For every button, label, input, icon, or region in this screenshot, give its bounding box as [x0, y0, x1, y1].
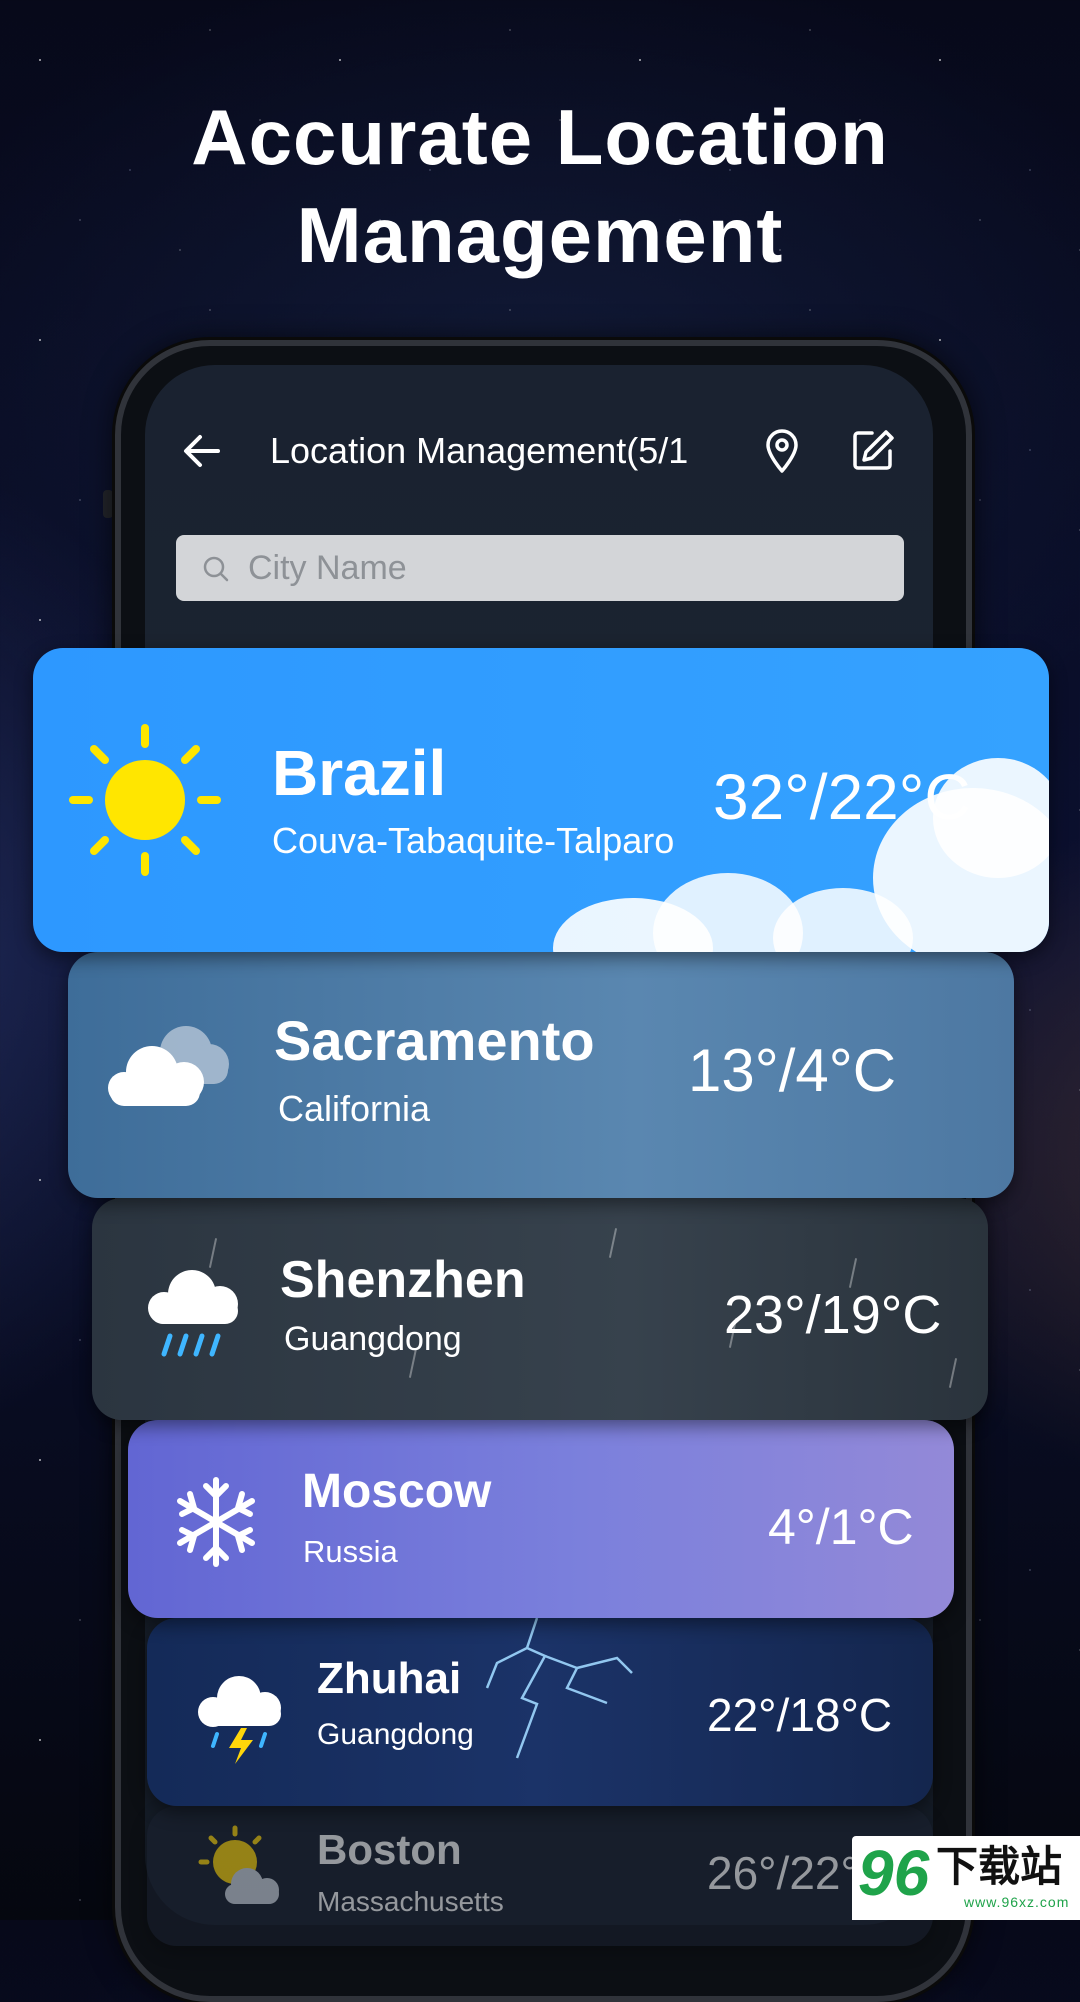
edit-icon — [853, 430, 894, 470]
back-button[interactable] — [180, 429, 224, 473]
temperature-range: 32°/22°C — [713, 761, 971, 833]
top-app-bar: Location Management(5/1 — [145, 415, 933, 485]
watermark-number: 96 — [858, 1837, 930, 1909]
title-fade — [685, 415, 745, 485]
temperature-range: 22°/18°C — [707, 1689, 893, 1741]
region-name: California — [278, 1088, 431, 1129]
region-name: Guangdong — [317, 1718, 474, 1751]
snowflake-icon — [177, 1477, 255, 1567]
location-card-sacramento[interactable]: Sacramento California 13°/4°C — [68, 952, 1014, 1198]
location-card-shenzhen[interactable]: Shenzhen Guangdong 23°/19°C — [92, 1198, 988, 1420]
rain-icon — [148, 1270, 238, 1357]
cloudy-icon — [108, 1026, 229, 1106]
location-card-zhuhai[interactable]: Zhuhai Guangdong 22°/18°C — [147, 1618, 933, 1806]
search-input[interactable]: City Name — [176, 535, 904, 601]
phone-side-key — [103, 490, 113, 518]
city-name: Zhuhai — [317, 1654, 462, 1703]
city-name: Boston — [317, 1826, 462, 1873]
rain-streak — [948, 1358, 958, 1388]
city-name: Shenzhen — [280, 1251, 526, 1309]
site-watermark: 96 下载站 www.96xz.com — [852, 1836, 1080, 1920]
page-title: Location Management(5/1 — [270, 430, 689, 471]
location-card-boston[interactable]: Boston Massachusetts 26°/22° — [147, 1806, 933, 1946]
lightning-decoration — [485, 1618, 633, 1759]
watermark-url: www.96xz.com — [964, 1894, 1070, 1910]
city-name: Sacramento — [274, 1009, 595, 1072]
region-name: Couva-Tabaquite-Talparo — [272, 820, 675, 861]
location-card-moscow[interactable]: Moscow Russia 4°/1°C — [128, 1420, 954, 1618]
promo-headline: Accurate Location Management — [191, 93, 889, 279]
temperature-range: 13°/4°C — [688, 1037, 897, 1104]
region-name: Guangdong — [284, 1320, 462, 1358]
search-icon — [203, 556, 229, 582]
region-name: Russia — [303, 1534, 398, 1569]
temperature-range: 4°/1°C — [768, 1499, 914, 1555]
watermark-text: 下载站 — [936, 1843, 1063, 1890]
locate-button[interactable] — [760, 427, 804, 475]
map-pin-icon — [766, 429, 798, 473]
location-card-brazil[interactable]: Brazil Couva-Tabaquite-Talparo 32°/22°C — [33, 648, 1049, 952]
sun-icon — [69, 724, 221, 876]
thunderstorm-icon — [198, 1676, 281, 1764]
arrow-left-icon — [184, 435, 220, 467]
temperature-range: 23°/19°C — [724, 1285, 942, 1345]
partly-sunny-icon — [198, 1825, 279, 1904]
region-name: Massachusetts — [317, 1886, 504, 1917]
search-placeholder: City Name — [248, 549, 407, 587]
city-name: Brazil — [272, 737, 447, 809]
rain-streak — [608, 1228, 618, 1258]
city-name: Moscow — [302, 1465, 492, 1518]
edit-button[interactable] — [850, 427, 896, 473]
